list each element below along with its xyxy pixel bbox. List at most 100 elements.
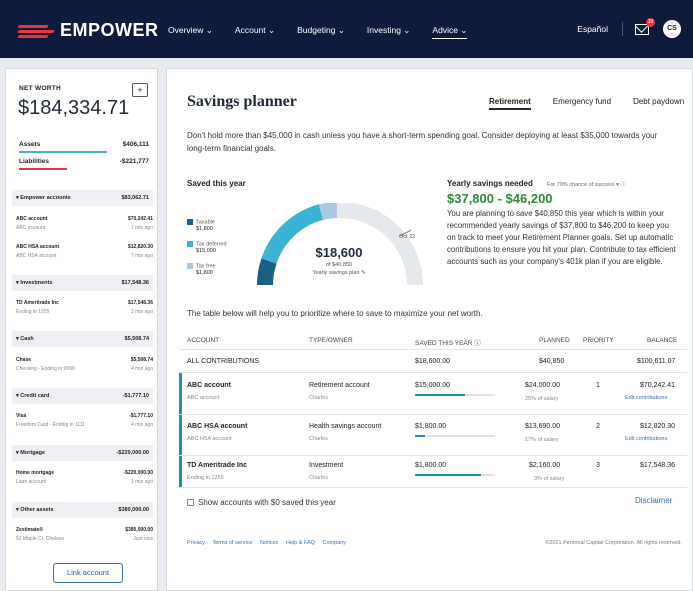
disclaimer-link[interactable]: Disclaimer [635,496,672,505]
row-saved: $1,800.00 [415,462,447,469]
nav-overview[interactable]: Overview ⌄ [168,25,213,39]
account-sub: Loan account [16,479,47,485]
group-total: $17,548.36 [121,280,149,286]
account-time: 7 min ago [131,253,153,259]
footer-notices-link[interactable]: Notices [260,540,278,546]
account-amount: -$220,000.00 [123,470,153,476]
account-row[interactable]: Visa -$1,777.10 Freedom Card - Ending in … [16,413,153,428]
row-account-sub: ABC account [187,395,220,401]
nav-advice[interactable]: Advice ⌄ [432,25,468,39]
legend-tax-deferred: Tax deferred $15,000 [187,241,247,254]
account-row[interactable]: Chase $5,508.74 Checking - Ending in 9999… [16,357,153,372]
empower-logo[interactable]: EMPOWER [17,20,159,41]
gauge-taxable [257,258,277,286]
group-investments[interactable]: ▾ Investments $17,548.36 [12,275,153,291]
intro-text: Don't hold more than $45,000 in cash unl… [187,131,658,153]
edit-contributions-link[interactable]: Edit contributions [625,436,667,442]
divider [622,22,623,36]
group-mortgage[interactable]: ▾ Mortgage -$220,000.00 [12,445,153,461]
divider [179,372,687,373]
show-zero-label[interactable]: Show accounts with $0 saved this year [198,498,336,507]
group-cash[interactable]: ▾ Cash $5,508.74 [12,331,153,347]
row-account-name[interactable]: ABC HSA account [187,423,247,430]
show-zero-checkbox[interactable] [187,499,194,506]
account-row[interactable]: Home mortgage -$220,000.00 Loan account 1 … [16,470,153,485]
account-sub: Checking - Ending in 9999 [16,366,75,372]
row-saved: $1,800.00 [415,423,447,430]
yearly-savings-plan-link[interactable]: Yearly savings plan ✎ [295,270,383,276]
nav-account[interactable]: Account ⌄ [235,25,275,39]
gauge-of-total: of $40,850 [326,262,352,268]
row-balance: $17,548.36 [640,462,676,469]
account-row[interactable]: TD Ameritrade Inc $17,548.36 Ending in 12… [16,300,153,315]
link-account-button[interactable]: Link account [53,563,123,583]
group-total: $83,062.71 [121,195,149,201]
add-account-button[interactable]: + [132,83,148,97]
assets-value: $406,111 [122,141,149,148]
all-contributions-label: ALL CONTRIBUTIONS [187,358,260,365]
row-planned: $24,000.00 [525,382,561,389]
footer-privacy-link[interactable]: Privacy [187,540,205,546]
col-planned: PLANNED [539,337,570,344]
account-sub: 52 Maple Ct. Chelsea [16,536,65,542]
row-account-name[interactable]: TD Ameritrade Inc [187,462,247,469]
account-name: ABC HSA account [16,244,60,250]
row-accent [179,456,182,487]
group-total: $380,000.00 [118,507,149,513]
row-salary-pct: 3% of salary [534,476,565,482]
tab-emergency-fund[interactable]: Emergency fund [553,97,611,110]
legend-value: $1,800 [196,226,213,233]
group-empower-accounts[interactable]: ▾ Empower accounts $83,062.71 [12,190,153,206]
row-planned: $2,160.00 [529,462,561,469]
row-account-name[interactable]: ABC account [187,382,231,389]
row-salary-pct: 17% of salary [525,437,559,443]
col-account: ACCOUNT [187,337,220,344]
account-name: Home mortgage [16,470,55,476]
all-planned: $40,850 [539,358,565,365]
mail-icon[interactable]: 10 [635,17,655,35]
row-type: Health savings account [309,423,382,430]
logo-mark-icon [17,23,56,39]
row-balance: $70,242.41 [640,382,676,389]
saved-this-year-title: Saved this year [187,179,246,188]
row-type: Investment [309,462,344,469]
edit-contributions-link[interactable]: Edit contributions [625,395,667,401]
group-label: ▾ Empower accounts [16,195,71,201]
liabilities-row[interactable]: Liabilities -$221,777 [19,158,149,165]
legend-label: Taxable [196,219,215,226]
group-total: $5,508.74 [124,336,149,342]
tab-debt-paydown[interactable]: Debt paydown [633,97,684,110]
legend-tax-free: Tax free $1,800 [187,263,247,276]
nav-budgeting[interactable]: Budgeting ⌄ [297,25,345,39]
nav-investing[interactable]: Investing ⌄ [367,25,411,39]
language-link[interactable]: Español [577,24,608,34]
legend-label: Tax deferred [196,241,227,248]
assets-row[interactable]: Assets $406,111 [19,141,149,148]
account-name: TD Ameritrade Inc [16,300,59,306]
legend-label: Tax free [196,263,216,270]
row-owner: Charles [309,475,328,481]
top-right-controls: Español 10 CS [577,17,681,38]
account-sub: ABC account [16,225,46,231]
row-account-sub: ABC HSA account [187,436,232,442]
footer-terms-link[interactable]: Terms of service [212,540,252,546]
tab-retirement[interactable]: Retirement [489,97,531,110]
account-row[interactable]: Zestimate® $380,000.00 52 Maple Ct. Chels… [16,527,153,542]
savings-planner-panel: Savings planner Retirement Emergency fun… [166,68,693,591]
group-credit-card[interactable]: ▾ Credit card -$1,777.10 [12,388,153,404]
account-row[interactable]: ABC HSA account $12,820.30 ABC HSA accoun… [16,244,153,259]
account-name: Chase [16,357,32,363]
footer-company-link[interactable]: Company [323,540,347,546]
group-other-assets[interactable]: ▾ Other assets $380,000.00 [12,502,153,518]
success-chance-dropdown[interactable]: For 70% chance of success ▾ ⓘ [547,180,626,188]
footer-links: Privacy Terms of service Notices Help & … [187,540,352,546]
account-row[interactable]: ABC account $70,242.41 ABC account 7 min a… [16,216,153,231]
main-nav: Overview ⌄ Account ⌄ Budgeting ⌄ Investi… [168,25,489,39]
table-intro: The table below will help you to priorit… [187,309,483,318]
row-account-sub: Ending in 1255 [187,475,224,481]
sidebar: NET WORTH + $184,334.71 Assets $406,111 … [5,68,158,591]
avatar[interactable]: CS [663,20,681,38]
liabilities-label: Liabilities [19,158,49,165]
footer-help-link[interactable]: Help & FAQ [286,540,315,546]
col-saved: SAVED THIS YEAR ⓘ [415,340,481,347]
